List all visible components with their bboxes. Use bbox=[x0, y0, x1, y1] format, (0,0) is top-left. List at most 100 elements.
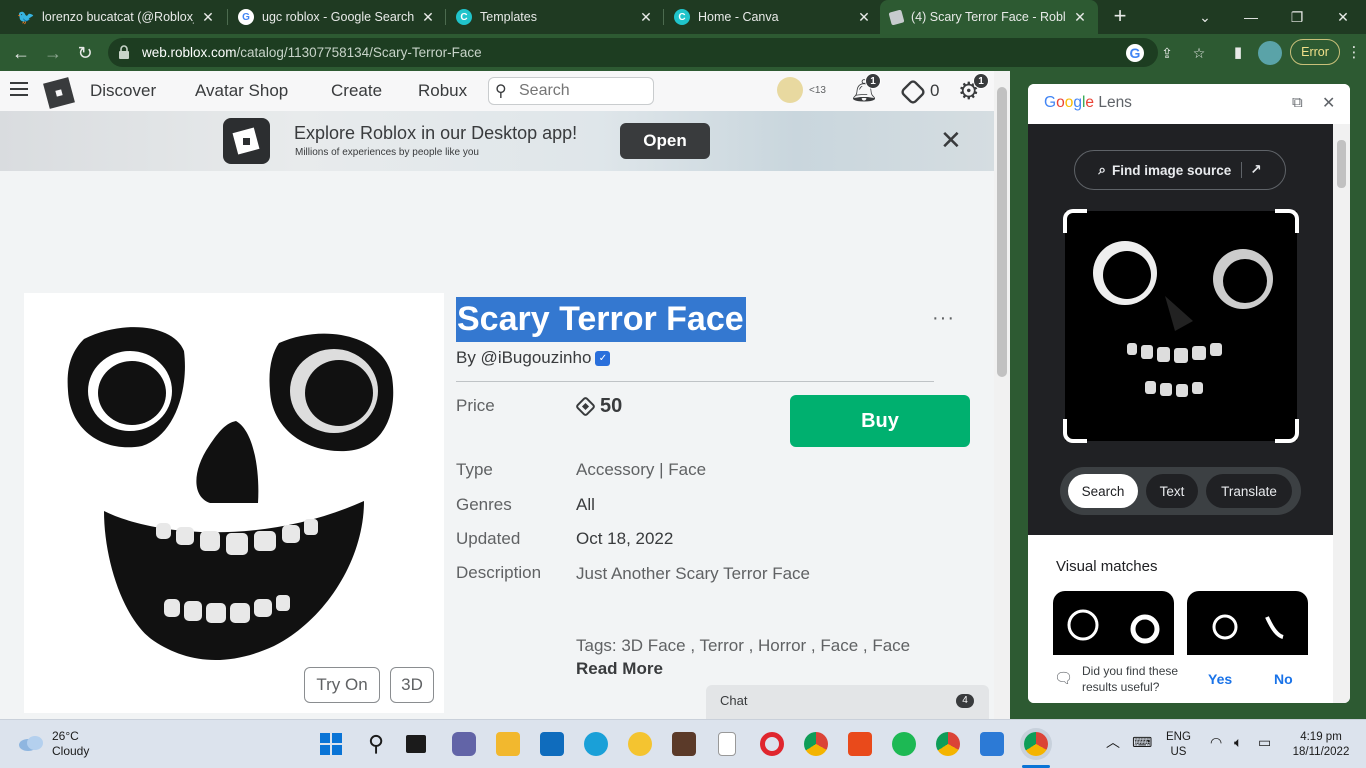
nav-discover[interactable]: Discover bbox=[90, 81, 156, 101]
photos-icon[interactable] bbox=[980, 732, 1004, 756]
user-avatar[interactable] bbox=[777, 77, 803, 103]
weather-widget[interactable]: 26°C Cloudy bbox=[52, 729, 89, 759]
chrome-active-icon[interactable] bbox=[1024, 732, 1048, 756]
tab-translate[interactable]: Translate bbox=[1206, 474, 1292, 508]
minimize-button[interactable]: — bbox=[1228, 0, 1274, 34]
page-scrollbar[interactable] bbox=[994, 71, 1010, 719]
lens-scrollbar[interactable] bbox=[1333, 124, 1350, 703]
forward-icon[interactable]: → bbox=[40, 40, 66, 66]
nav-create[interactable]: Create bbox=[331, 81, 382, 101]
price-value: 50 bbox=[574, 395, 622, 418]
genres-label: Genres bbox=[456, 495, 512, 514]
norton-icon[interactable] bbox=[628, 732, 652, 756]
roblox-logo[interactable] bbox=[43, 77, 75, 109]
tab-text[interactable]: Text bbox=[1146, 474, 1198, 508]
clock[interactable]: 4:19 pm 18/11/2022 bbox=[1288, 730, 1354, 760]
file-explorer-icon[interactable] bbox=[496, 732, 520, 756]
chat-widget[interactable]: Chat 4 bbox=[706, 685, 989, 719]
view-3d-button[interactable]: 3D bbox=[390, 667, 434, 703]
task-view-icon[interactable] bbox=[406, 735, 426, 753]
wifi-icon[interactable]: ◠ bbox=[1210, 735, 1222, 750]
search-icon[interactable]: ⚲ bbox=[364, 732, 388, 756]
open-app-button[interactable]: Open bbox=[620, 123, 710, 159]
tab-search[interactable]: Search bbox=[1068, 474, 1138, 508]
opera-icon[interactable] bbox=[760, 732, 784, 756]
price-label: Price bbox=[456, 396, 495, 415]
back-icon[interactable]: ← bbox=[8, 40, 34, 66]
battery-icon[interactable]: ▭ bbox=[1258, 735, 1271, 750]
updated-label: Updated bbox=[456, 529, 521, 548]
robux-icon bbox=[574, 395, 597, 418]
close-window-button[interactable]: ✕ bbox=[1320, 0, 1366, 34]
profile-avatar[interactable] bbox=[1258, 41, 1282, 65]
language-indicator[interactable]: ENG US bbox=[1166, 730, 1191, 760]
nav-avatar-shop[interactable]: Avatar Shop bbox=[195, 81, 288, 101]
close-tab-icon[interactable]: ✕ bbox=[638, 9, 654, 26]
bookmark-star-icon[interactable]: ☆ bbox=[1190, 44, 1208, 62]
url-text: web.roblox.com/catalog/11307758134/Scary… bbox=[142, 45, 482, 60]
notepad-icon[interactable] bbox=[718, 732, 736, 756]
type-value[interactable]: Accessory | Face bbox=[576, 460, 706, 480]
close-banner-icon[interactable]: ✕ bbox=[940, 127, 962, 153]
roblox-search-box[interactable]: ⚲ bbox=[488, 77, 654, 105]
spotify-icon[interactable] bbox=[892, 732, 916, 756]
feedback-no-button[interactable]: No bbox=[1274, 671, 1293, 687]
hamburger-menu-icon[interactable] bbox=[10, 82, 28, 96]
close-panel-icon[interactable]: ✕ bbox=[1322, 93, 1335, 113]
more-options-icon[interactable]: ··· bbox=[932, 307, 955, 330]
side-panel-icon[interactable]: ▮ bbox=[1228, 43, 1248, 63]
windows-start-icon[interactable] bbox=[319, 732, 343, 756]
read-more-link[interactable]: Read More bbox=[576, 659, 663, 679]
divider bbox=[456, 381, 934, 382]
teams-chat-icon[interactable] bbox=[452, 732, 476, 756]
new-tab-button[interactable]: + bbox=[1108, 4, 1132, 28]
tab-google-search[interactable]: G ugc roblox - Google Search ✕ bbox=[228, 0, 446, 34]
roblox-studio-icon[interactable] bbox=[672, 732, 696, 756]
robux-icon[interactable] bbox=[899, 78, 927, 106]
age-label: <13 bbox=[809, 85, 826, 96]
close-tab-icon[interactable]: ✕ bbox=[1072, 9, 1088, 26]
tab-search-icon[interactable]: ⌄ bbox=[1182, 0, 1228, 34]
edge-icon[interactable] bbox=[584, 732, 608, 756]
banner-title: Explore Roblox in our Desktop app! bbox=[294, 123, 578, 143]
tab-roblox-active[interactable]: (4) Scary Terror Face - Roblox ✕ bbox=[880, 0, 1098, 34]
scrollbar-thumb[interactable] bbox=[997, 87, 1007, 377]
verified-badge-icon: ✓ bbox=[595, 351, 611, 367]
feedback-yes-button[interactable]: Yes bbox=[1208, 671, 1232, 687]
restore-button[interactable]: ❐ bbox=[1274, 0, 1320, 34]
chrome-icon[interactable] bbox=[804, 732, 828, 756]
buy-button[interactable]: Buy bbox=[790, 395, 970, 447]
close-tab-icon[interactable]: ✕ bbox=[420, 9, 436, 26]
chrome-profile-icon[interactable] bbox=[936, 732, 960, 756]
item-creator[interactable]: By @iBugouzinho ✓ bbox=[456, 348, 611, 368]
external-link-icon: ↗ bbox=[1241, 162, 1262, 178]
close-tab-icon[interactable]: ✕ bbox=[856, 9, 872, 26]
roblox-search-input[interactable] bbox=[519, 81, 649, 101]
cloud-weather-icon[interactable] bbox=[18, 734, 44, 752]
nav-robux[interactable]: Robux bbox=[418, 81, 467, 101]
chat-count-badge: 4 bbox=[956, 694, 974, 708]
office-icon[interactable] bbox=[848, 732, 872, 756]
scrollbar-thumb[interactable] bbox=[1337, 140, 1346, 188]
chat-label: Chat bbox=[720, 693, 748, 708]
google-lens-icon[interactable]: G bbox=[1126, 44, 1144, 62]
volume-icon[interactable]: 🔈︎ bbox=[1234, 735, 1242, 750]
address-bar[interactable]: web.roblox.com/catalog/11307758134/Scary… bbox=[108, 38, 1205, 67]
tab-twitter[interactable]: 🐦 lorenzo bucatcat (@Roblox_p ✕ bbox=[8, 0, 226, 34]
find-image-source-button[interactable]: ⌕ Find image source ↗ bbox=[1074, 150, 1286, 190]
tab-templates[interactable]: C Templates ✕ bbox=[446, 0, 664, 34]
open-new-tab-icon[interactable]: ⧉ bbox=[1292, 94, 1303, 111]
reload-icon[interactable]: ↻ bbox=[72, 40, 98, 66]
outlook-icon[interactable] bbox=[540, 732, 564, 756]
tab-title: ugc roblox - Google Search bbox=[262, 10, 414, 24]
close-tab-icon[interactable]: ✕ bbox=[200, 9, 216, 26]
error-button[interactable]: Error bbox=[1290, 39, 1340, 65]
keyboard-icon[interactable]: ⌨ bbox=[1132, 735, 1152, 750]
tab-home-canva[interactable]: C Home - Canva ✕ bbox=[664, 0, 882, 34]
show-hidden-icons[interactable]: ︿ bbox=[1106, 735, 1120, 750]
menu-kebab-icon[interactable]: ⋮ bbox=[1344, 43, 1364, 63]
try-on-button[interactable]: Try On bbox=[304, 667, 380, 703]
lens-selected-image[interactable] bbox=[1063, 209, 1299, 443]
share-icon[interactable]: ⇪ bbox=[1158, 44, 1176, 62]
genres-value[interactable]: All bbox=[576, 495, 595, 515]
